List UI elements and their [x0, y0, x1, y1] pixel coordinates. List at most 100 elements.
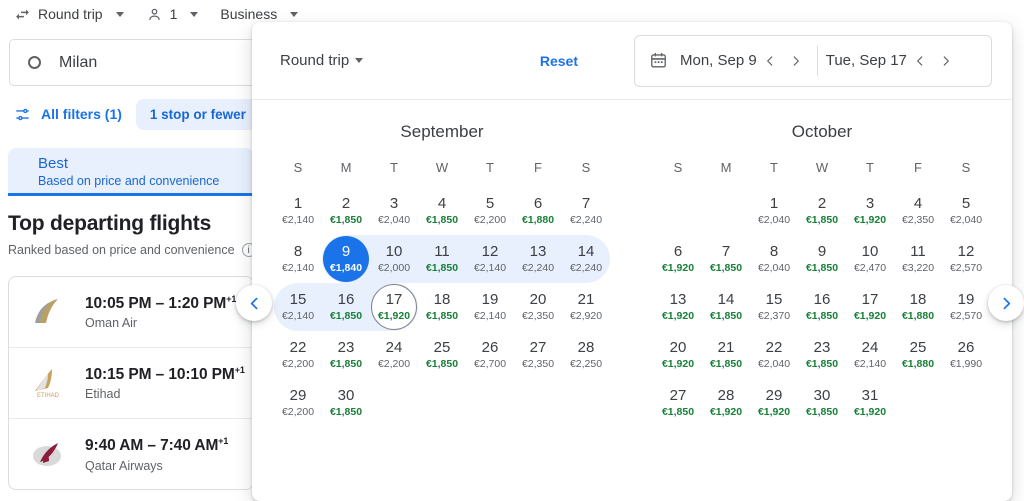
- day-cell-21[interactable]: 21 €2,920: [562, 283, 610, 331]
- day-cell-27[interactable]: 27 €1,850: [654, 379, 702, 427]
- day-cell-14[interactable]: 14 €2,240: [562, 235, 610, 283]
- day-cell-5[interactable]: 5 €2,200: [466, 187, 514, 235]
- popup-trip-type-selector[interactable]: Round trip: [280, 52, 364, 69]
- flight-search-page: Round trip 1 Business Milan All filters …: [0, 0, 1024, 501]
- day-cell-28[interactable]: 28 €2,250: [562, 331, 610, 379]
- return-date-value[interactable]: Tue, Sep 17: [826, 52, 907, 69]
- day-cell-5[interactable]: 5 €2,040: [942, 187, 990, 235]
- day-cell-15[interactable]: 15 €2,140: [274, 283, 322, 331]
- day-cell-30[interactable]: 30 €1,850: [798, 379, 846, 427]
- day-cell-7[interactable]: 7 €1,850: [702, 235, 750, 283]
- departure-prev-day-button[interactable]: [757, 48, 783, 74]
- day-number: 5: [485, 195, 495, 212]
- tab-best[interactable]: Best Based on price and convenience: [8, 148, 254, 196]
- day-inner: 7 €1,850: [703, 236, 749, 282]
- day-cell-25[interactable]: 25 €1,850: [418, 331, 466, 379]
- day-cell-2[interactable]: 2 €1,850: [798, 187, 846, 235]
- day-cell-7[interactable]: 7 €2,240: [562, 187, 610, 235]
- day-price: €1,920: [853, 310, 887, 322]
- day-cell-17[interactable]: 17 €1,920: [370, 283, 418, 331]
- day-cell-1[interactable]: 1 €2,040: [750, 187, 798, 235]
- day-inner: 24 €2,200: [371, 332, 417, 378]
- day-price: €2,140: [281, 262, 315, 274]
- day-cell-4[interactable]: 4 €1,850: [418, 187, 466, 235]
- day-cell-13[interactable]: 13 €2,240: [514, 235, 562, 283]
- day-cell-15[interactable]: 15 €2,370: [750, 283, 798, 331]
- day-inner: 23 €1,850: [799, 332, 845, 378]
- trip-type-selector[interactable]: Round trip: [14, 6, 124, 23]
- day-cell-23[interactable]: 23 €1,850: [322, 331, 370, 379]
- weekday-header-1: M: [720, 160, 732, 175]
- day-cell-2[interactable]: 2 €1,850: [322, 187, 370, 235]
- cabin-class-selector[interactable]: Business: [220, 6, 299, 22]
- carousel-next-button[interactable]: [988, 285, 1024, 321]
- day-number: 22: [289, 339, 307, 356]
- departure-date-value[interactable]: Mon, Sep 9: [680, 52, 757, 69]
- day-cell-22[interactable]: 22 €2,200: [274, 331, 322, 379]
- day-inner: 15 €2,370: [751, 284, 797, 330]
- stops-filter-chip[interactable]: 1 stop or fewer: [135, 98, 260, 130]
- day-cell-3[interactable]: 3 €1,920: [846, 187, 894, 235]
- day-cell-19[interactable]: 19 €2,140: [466, 283, 514, 331]
- list-item[interactable]: 10:05 PM – 1:20 PM+1 Oman Air: [9, 277, 253, 348]
- day-cell-10[interactable]: 10 €2,000: [370, 235, 418, 283]
- day-number: 12: [481, 243, 499, 260]
- day-cell-29[interactable]: 29 €2,200: [274, 379, 322, 427]
- list-item[interactable]: ETIHAD 10:15 PM – 10:10 PM+1 Etihad: [9, 348, 253, 419]
- day-cell-4[interactable]: 4 €2,350: [894, 187, 942, 235]
- day-cell-3[interactable]: 3 €2,040: [370, 187, 418, 235]
- day-cell-9[interactable]: 9 €1,850: [798, 235, 846, 283]
- departure-next-day-button[interactable]: [783, 48, 809, 74]
- all-filters-button[interactable]: All filters (1): [14, 106, 122, 123]
- day-cell-22[interactable]: 22 €2,040: [750, 331, 798, 379]
- day-cell-26[interactable]: 26 €2,700: [466, 331, 514, 379]
- day-cell-24[interactable]: 24 €2,140: [846, 331, 894, 379]
- day-cell-1[interactable]: 1 €2,140: [274, 187, 322, 235]
- day-cell-11[interactable]: 11 €3,220: [894, 235, 942, 283]
- day-cell-16[interactable]: 16 €1,850: [798, 283, 846, 331]
- day-cell-24[interactable]: 24 €2,200: [370, 331, 418, 379]
- return-prev-day-button[interactable]: [907, 48, 933, 74]
- reset-button[interactable]: Reset: [540, 53, 578, 69]
- day-cell-16[interactable]: 16 €1,850: [322, 283, 370, 331]
- day-cell-8[interactable]: 8 €2,040: [750, 235, 798, 283]
- return-next-day-button[interactable]: [933, 48, 959, 74]
- passenger-selector[interactable]: 1: [146, 6, 199, 23]
- day-cell-14[interactable]: 14 €1,850: [702, 283, 750, 331]
- day-cell-31[interactable]: 31 €1,920: [846, 379, 894, 427]
- day-cell-9[interactable]: 9 €1,840: [322, 235, 370, 283]
- day-price: €1,880: [521, 214, 555, 226]
- day-cell-10[interactable]: 10 €2,470: [846, 235, 894, 283]
- day-number: 4: [437, 195, 447, 212]
- day-cell-20[interactable]: 20 €2,350: [514, 283, 562, 331]
- day-price: €2,200: [281, 358, 315, 370]
- chevron-left-icon: [766, 55, 773, 66]
- day-inner: 5 €2,040: [943, 188, 989, 234]
- day-cell-18[interactable]: 18 €1,850: [418, 283, 466, 331]
- day-cell-18[interactable]: 18 €1,880: [894, 283, 942, 331]
- day-number: 14: [577, 243, 595, 260]
- carousel-prev-button[interactable]: [236, 285, 272, 321]
- day-cell-13[interactable]: 13 €1,920: [654, 283, 702, 331]
- day-cell-8[interactable]: 8 €2,140: [274, 235, 322, 283]
- day-cell-6[interactable]: 6 €1,920: [654, 235, 702, 283]
- day-cell-23[interactable]: 23 €1,850: [798, 331, 846, 379]
- day-price: €1,920: [853, 406, 887, 418]
- day-cell-11[interactable]: 11 €1,850: [418, 235, 466, 283]
- day-cell-30[interactable]: 30 €1,850: [322, 379, 370, 427]
- day-cell-20[interactable]: 20 €1,920: [654, 331, 702, 379]
- day-cell-17[interactable]: 17 €1,920: [846, 283, 894, 331]
- day-cell-29[interactable]: 29 €1,920: [750, 379, 798, 427]
- day-cell-6[interactable]: 6 €1,880: [514, 187, 562, 235]
- day-inner: 28 €1,920: [703, 380, 749, 426]
- day-cell-12[interactable]: 12 €2,140: [466, 235, 514, 283]
- day-cell-21[interactable]: 21 €1,850: [702, 331, 750, 379]
- day-cell-12[interactable]: 12 €2,570: [942, 235, 990, 283]
- day-cell-27[interactable]: 27 €2,350: [514, 331, 562, 379]
- day-inner: 3 €2,040: [371, 188, 417, 234]
- day-cell-25[interactable]: 25 €1,880: [894, 331, 942, 379]
- day-cell-19[interactable]: 19 €2,570: [942, 283, 990, 331]
- day-cell-26[interactable]: 26 €1,990: [942, 331, 990, 379]
- list-item[interactable]: 9:40 AM – 7:40 AM+1 Qatar Airways: [9, 419, 253, 489]
- day-cell-28[interactable]: 28 €1,920: [702, 379, 750, 427]
